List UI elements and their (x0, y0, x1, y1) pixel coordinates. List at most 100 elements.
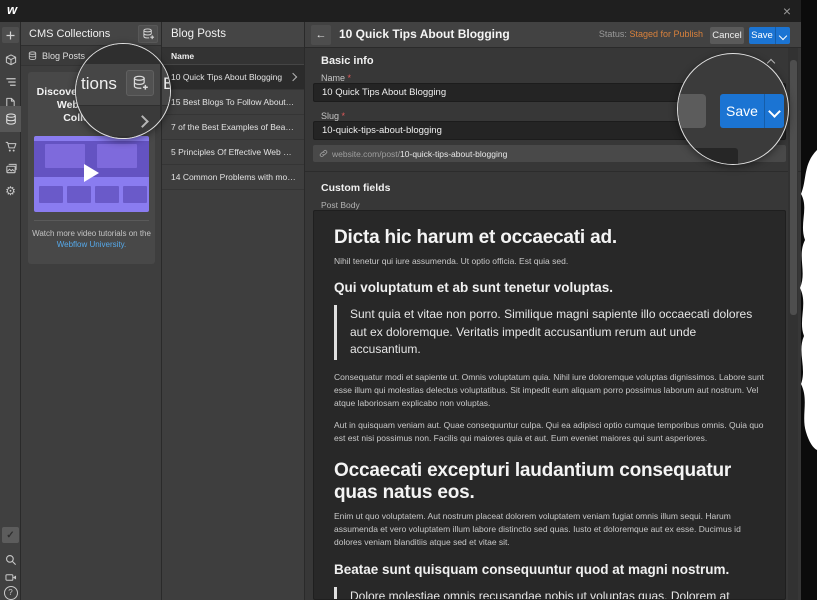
images-icon (5, 163, 17, 174)
help-button[interactable]: ? (0, 582, 21, 600)
section-divider (305, 171, 801, 172)
input-corner-zoomed (678, 148, 738, 164)
cart-icon (5, 141, 16, 152)
webflow-cms-screen: w × ⚙ ✓ ? CMS Collections Blog Posts Dis… (0, 0, 817, 600)
cms-collections-header: CMS Collections (21, 22, 161, 46)
navigator-icon (5, 78, 16, 86)
required-asterisk: * (347, 73, 352, 83)
basic-info-heading: Basic info (321, 55, 374, 67)
save-dropdown-button[interactable] (775, 27, 790, 44)
magnifier-callout-save: Save (677, 53, 789, 165)
post-body-label: Post Body (321, 200, 360, 210)
editor-title: 10 Quick Tips About Blogging (339, 27, 510, 41)
watch-tutorials-text: Watch more video tutorials on the Webflo… (32, 229, 151, 249)
post-list-item[interactable]: 5 Principles Of Effective Web Design (162, 140, 304, 165)
blog-posts-header: Blog Posts (162, 22, 304, 48)
rich-text-quote: Dolore molestiae omnis recusandae nobis … (334, 586, 765, 599)
editor-header: ← 10 Quick Tips About Blogging Status: S… (305, 22, 801, 48)
rich-text-h1: Occaecati excepturi laudantium consequat… (334, 460, 732, 503)
chevron-right-icon (136, 115, 149, 128)
chevron-down-icon (778, 31, 788, 40)
required-asterisk: * (341, 111, 346, 121)
torn-edge-decoration (800, 150, 817, 450)
custom-fields-heading: Custom fields (321, 182, 391, 194)
link-icon (319, 150, 328, 157)
plus-icon (6, 31, 15, 39)
settings-button[interactable]: ⚙ (0, 180, 21, 202)
rich-text-p: Consequatur modi et sapiente ut. Omnis v… (334, 371, 764, 408)
database-add-icon (133, 75, 148, 90)
post-title: 10 Quick Tips About Blogging (171, 72, 283, 82)
close-icon[interactable]: × (778, 2, 796, 20)
post-body-editor[interactable]: Dicta hic harum et occaecati ad. Nihil te… (313, 210, 786, 600)
add-collection-button[interactable] (138, 25, 158, 43)
magnifier-callout-collections: tions Bl (75, 43, 171, 139)
post-list-item[interactable]: 7 of the Best Examples of Beautiful ... (162, 115, 304, 140)
save-button[interactable]: Save (749, 27, 775, 44)
status-label: Status: (598, 29, 627, 39)
status-badge: Staged for Publish (629, 29, 703, 39)
cube-icon (5, 54, 16, 66)
components-button[interactable] (0, 49, 21, 71)
rich-text-p: Enim ut quo voluptatem. Aut nostrum plac… (334, 511, 741, 548)
url-slug: 10-quick-tips-about-blogging (400, 148, 508, 159)
play-icon[interactable] (84, 164, 99, 182)
navigator-button[interactable] (0, 71, 21, 93)
left-toolbar: ⚙ ✓ ? (0, 22, 21, 600)
audit-panel-button[interactable]: ✓ (2, 527, 19, 543)
column-header-name[interactable]: Name (162, 48, 304, 65)
callout-top-strip (76, 44, 170, 64)
ecommerce-button[interactable] (0, 136, 21, 158)
post-list-item[interactable]: 14 Common Problems with modern ... (162, 165, 304, 190)
thumbnail-tile (39, 186, 63, 203)
post-list-item[interactable]: 15 Best Blogs To Follow About Web... (162, 90, 304, 115)
blog-posts-panel: Blog Posts Name 10 Quick Tips About Blog… (162, 22, 305, 600)
status-text: Status: Staged for Publish (599, 22, 703, 47)
add-element-button[interactable] (2, 27, 19, 43)
rich-text-h2: Qui voluptatum et ab sunt tenetur volupt… (334, 280, 614, 296)
thumbnail-card (97, 144, 137, 168)
save-dropdown-zoomed[interactable] (764, 94, 784, 128)
thumbnail-tile (123, 186, 147, 203)
card-divider (34, 220, 149, 221)
chevron-down-icon (768, 104, 781, 118)
post-list-item[interactable]: 10 Quick Tips About Blogging (162, 65, 304, 90)
post-title: 15 Best Blogs To Follow About Web... (171, 97, 296, 107)
callout-blogposts-fragment: Bl (163, 74, 170, 94)
database-icon (5, 112, 16, 125)
question-icon: ? (3, 586, 18, 600)
cms-collections-title: CMS Collections (29, 28, 111, 40)
url-prefix: website.com/post/ (332, 148, 401, 159)
cancel-button[interactable]: Cancel (710, 27, 744, 44)
rich-text-quote: Sunt quia et vitae non porro. Similique … (334, 305, 765, 360)
blog-posts-title: Blog Posts (171, 28, 226, 40)
rich-text-h2: Beatae sunt quisquam consequuntur quod a… (334, 561, 730, 577)
callout-collections-fragment: tions (81, 74, 117, 93)
back-button[interactable]: ← (311, 25, 331, 45)
callout-row-divider (76, 136, 170, 138)
tutorial-video-thumbnail[interactable] (34, 136, 149, 212)
posts-list: 10 Quick Tips About Blogging 15 Best Blog… (162, 65, 304, 190)
webflow-logo[interactable]: w (7, 2, 17, 17)
thumbnail-tile (95, 186, 119, 203)
add-collection-button-zoomed[interactable] (126, 70, 154, 96)
rich-text-p: Nihil tenetur qui iure assumenda. Ut opt… (334, 256, 569, 267)
thumbnail-card (45, 144, 85, 168)
search-icon (5, 555, 16, 566)
top-bar: w × (0, 0, 801, 22)
callout-panel-divider (160, 44, 162, 138)
cancel-button-zoomed (678, 94, 706, 128)
assets-button[interactable] (0, 158, 21, 180)
cms-button[interactable] (0, 106, 21, 132)
database-icon (28, 50, 37, 61)
gear-icon: ⚙ (5, 184, 16, 198)
slug-field-label: Slug * (321, 111, 346, 121)
rich-text-p: Aut in quisquam veniam aut. Quae consequ… (334, 420, 764, 444)
rich-text-h1: Dicta hic harum et occaecati ad. (334, 227, 617, 248)
post-title: 14 Common Problems with modern ... (171, 172, 296, 182)
checkmark-icon: ✓ (6, 529, 15, 541)
save-button-zoomed[interactable]: Save (720, 94, 764, 128)
video-camera-icon (4, 573, 16, 581)
webflow-university-link[interactable]: Webflow University. (57, 240, 127, 249)
database-add-icon (142, 28, 154, 40)
